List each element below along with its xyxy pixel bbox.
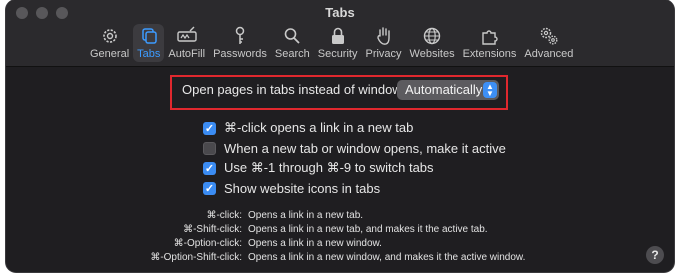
option-website-icons[interactable]: ✓ Show website icons in tabs — [203, 178, 506, 198]
tab-label: Security — [317, 48, 358, 60]
tab-autofill[interactable]: AutoFill — [164, 24, 209, 62]
tab-tabs[interactable]: Tabs — [133, 24, 165, 62]
checkbox-checked[interactable]: ✓ — [203, 161, 216, 175]
shortcut-desc: Opens a link in a new window, and makes … — [248, 252, 526, 263]
tab-label: General — [90, 48, 130, 60]
preferences-window: Tabs General Tabs AutoFill Passwords Sea… — [6, 0, 674, 272]
hand-icon — [376, 27, 390, 45]
tab-label: Websites — [409, 48, 455, 60]
shortcut-key: ⌘-click: — [206, 210, 242, 221]
tab-privacy[interactable]: Privacy — [361, 24, 405, 62]
option-cmd-number-switch[interactable]: ✓ Use ⌘-1 through ⌘-9 to switch tabs — [203, 158, 506, 178]
shortcut-row: ⌘-Shift-click: Opens a link in a new tab… — [6, 223, 674, 237]
tab-passwords[interactable]: Passwords — [209, 24, 271, 62]
open-pages-label: Open pages in tabs instead of windows: — [182, 82, 412, 97]
shortcut-row: ⌘-click: Opens a link in a new tab. — [6, 209, 674, 223]
tab-security[interactable]: Security — [314, 24, 362, 62]
autofill-icon — [177, 26, 197, 42]
tab-label: Advanced — [524, 48, 574, 60]
tab-label: Extensions — [462, 48, 517, 60]
key-icon — [235, 26, 245, 44]
help-button[interactable]: ? — [646, 246, 664, 264]
tabs-icon — [142, 28, 157, 44]
tab-label: Search — [274, 48, 310, 60]
checkbox-checked[interactable]: ✓ — [203, 181, 216, 195]
shortcut-desc: Opens a link in a new window. — [248, 238, 382, 249]
option-label: ⌘-click opens a link in a new tab — [224, 120, 414, 135]
tab-websites[interactable]: Websites — [406, 24, 459, 62]
tab-label: Passwords — [213, 48, 267, 60]
tab-extensions[interactable]: Extensions — [459, 24, 521, 62]
shortcut-key: ⌘-Option-click: — [173, 238, 242, 249]
shortcut-key: ⌘-Option-Shift-click: — [150, 252, 242, 263]
shortcut-desc: Opens a link in a new tab, and makes it … — [248, 224, 488, 235]
chevron-updown-icon: ▲ ▼ — [483, 82, 497, 98]
tab-general[interactable]: General — [86, 24, 133, 62]
shortcut-key: ⌘-Shift-click: — [183, 224, 242, 235]
search-icon — [284, 28, 300, 44]
lock-icon — [331, 27, 344, 44]
tab-advanced[interactable]: Advanced — [520, 24, 577, 62]
checkbox-checked[interactable]: ✓ — [203, 121, 216, 135]
tab-label: Tabs — [137, 48, 161, 60]
option-label: When a new tab or window opens, make it … — [224, 140, 506, 156]
tab-label: Privacy — [365, 48, 402, 60]
gears-icon — [540, 27, 558, 45]
tab-search[interactable]: Search — [271, 24, 314, 62]
window-title: Tabs — [325, 5, 355, 20]
option-label: Use ⌘-1 through ⌘-9 to switch tabs — [224, 160, 434, 175]
checkbox-unchecked[interactable] — [203, 141, 216, 155]
option-label: Show website icons in tabs — [224, 180, 381, 196]
gear-icon — [102, 29, 117, 43]
shortcut-help: ⌘-click: Opens a link in a new tab. ⌘-Sh… — [6, 209, 674, 265]
tabs-settings-panel: Open pages in tabs instead of windows: A… — [6, 67, 674, 272]
popup-value: Automatically — [405, 82, 483, 97]
toolbar: Tabs General Tabs AutoFill Passwords Sea… — [6, 0, 674, 67]
preference-tabs: General Tabs AutoFill Passwords Search S… — [86, 24, 577, 62]
option-cmd-click-new-tab[interactable]: ✓ ⌘-click opens a link in a new tab — [203, 118, 506, 138]
shortcut-row: ⌘-Option-Shift-click: Opens a link in a … — [6, 251, 674, 265]
tab-options: ✓ ⌘-click opens a link in a new tab When… — [203, 118, 506, 198]
globe-icon — [423, 27, 441, 45]
tab-label: AutoFill — [168, 48, 206, 60]
open-pages-popup[interactable]: Automatically ▲ ▼ — [397, 80, 499, 100]
shortcut-row: ⌘-Option-click: Opens a link in a new wi… — [6, 237, 674, 251]
shortcut-desc: Opens a link in a new tab. — [248, 210, 364, 221]
option-make-active[interactable]: When a new tab or window opens, make it … — [203, 138, 506, 158]
puzzle-icon — [481, 30, 498, 45]
